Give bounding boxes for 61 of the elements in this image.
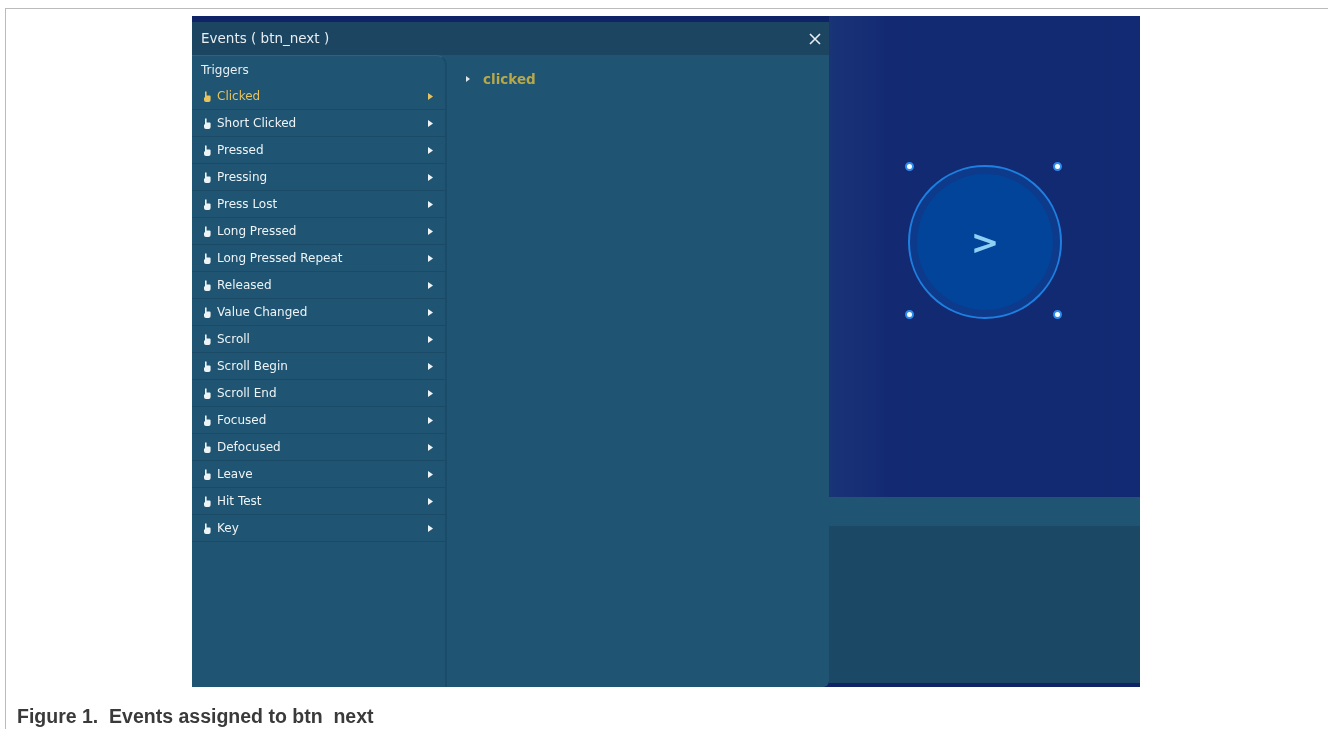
trigger-item[interactable]: Key [192,515,445,542]
hand-icon [203,333,211,345]
arrow-icon [428,92,433,100]
hand-icon [203,522,211,534]
hand-icon [203,468,211,480]
hand-icon [203,279,211,291]
hand-icon [203,90,211,102]
arrow-icon [428,497,433,505]
hand-icon [203,171,211,183]
trigger-item[interactable]: Hit Test [192,488,445,515]
hand-icon [203,306,211,318]
trigger-item[interactable]: Press Lost [192,191,445,218]
resize-handle[interactable] [1053,310,1062,319]
hand-icon [203,198,211,210]
trigger-item[interactable]: Clicked [192,83,445,110]
arrow-icon [428,362,433,370]
arrow-icon [428,227,433,235]
trigger-item[interactable]: Short Clicked [192,110,445,137]
figure-caption: Figure 1. Events assigned to btn next [17,706,374,728]
arrow-icon [428,173,433,181]
resize-handle[interactable] [905,162,914,171]
hand-icon [203,414,211,426]
window-title: Events ( btn_next ) [201,29,330,49]
arrow-icon [428,335,433,343]
trigger-item[interactable]: Scroll End [192,380,445,407]
arrow-icon [428,281,433,289]
trigger-item[interactable]: Value Changed [192,299,445,326]
caret-icon[interactable] [465,76,471,83]
arrow-icon [428,200,433,208]
arrow-icon [428,308,433,316]
trigger-item[interactable]: Defocused [192,434,445,461]
trigger-item[interactable]: Leave [192,461,445,488]
hand-icon [203,441,211,453]
arrow-icon [428,416,433,424]
hand-icon [203,117,211,129]
trigger-item[interactable]: Pressing [192,164,445,191]
close-icon[interactable] [809,32,821,45]
hand-icon [203,144,211,156]
triggers-heading: Triggers [200,62,250,79]
trigger-item[interactable]: Long Pressed Repeat [192,245,445,272]
hand-icon [203,360,211,372]
arrow-icon [428,254,433,262]
trigger-item[interactable]: Scroll Begin [192,353,445,380]
hand-icon [203,387,211,399]
arrow-icon [428,524,433,532]
arrow-icon [428,470,433,478]
button-label: > [917,174,1053,310]
hand-icon [203,252,211,264]
trigger-item[interactable]: Long Pressed [192,218,445,245]
arrow-icon [428,146,433,154]
hand-icon [203,225,211,237]
hand-icon [203,495,211,507]
trigger-item[interactable]: Released [192,272,445,299]
resize-handle[interactable] [1053,162,1062,171]
arrow-icon [428,443,433,451]
trigger-item[interactable]: Focused [192,407,445,434]
resize-handle[interactable] [905,310,914,319]
arrow-icon [428,119,433,127]
trigger-item[interactable]: Pressed [192,137,445,164]
trigger-item[interactable]: Scroll [192,326,445,353]
arrow-icon [428,389,433,397]
